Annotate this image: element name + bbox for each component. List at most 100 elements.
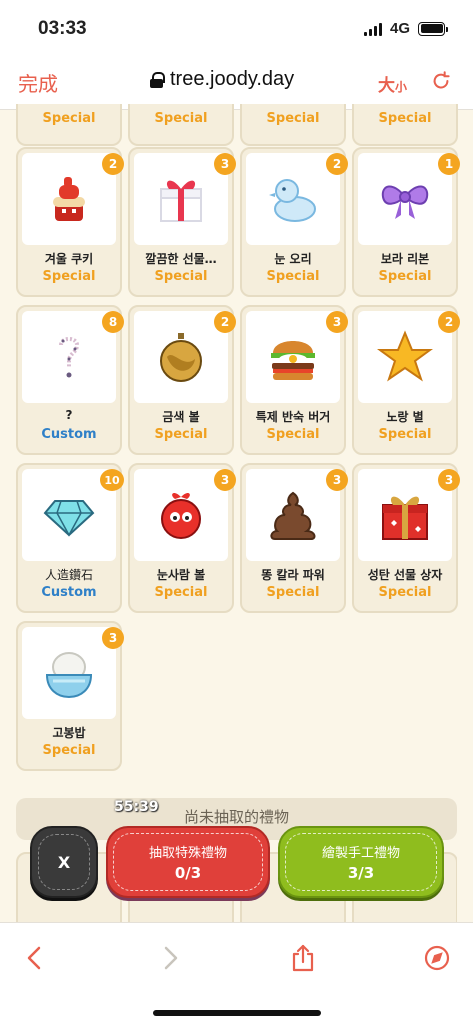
gift-type: Special [266, 427, 320, 442]
gift-card-partial[interactable]: Special [16, 104, 122, 146]
status-indicators: 4G [363, 20, 448, 37]
text-size-button[interactable]: 大小 [378, 71, 407, 96]
gift-name: 특제 반숙 버거 [255, 410, 331, 424]
gift-card[interactable]: 2 겨울 쿠키 Special [16, 147, 124, 297]
home-indicator [153, 1010, 321, 1016]
status-bar: 03:33 4G [0, 0, 473, 56]
gift-card[interactable]: 3 고봉밥 Special [16, 621, 124, 771]
count-badge: 3 [214, 153, 236, 175]
gift-card[interactable]: 2 노랑 별 Special [352, 305, 460, 455]
gift-name: 노랑 별 [386, 410, 424, 424]
count-badge: 2 [102, 153, 124, 175]
gift-type: Special [266, 585, 320, 600]
battery-icon [418, 21, 448, 36]
gift-card[interactable]: 1 보라 리본 Special [352, 147, 460, 297]
gift-card[interactable]: 2 금색 볼 Special [128, 305, 236, 455]
gift-name: 보라 리본 [380, 252, 430, 266]
count-badge: 3 [438, 469, 460, 491]
count-badge: 10 [100, 469, 124, 491]
burger-icon [271, 341, 315, 380]
question-mark-icon [59, 337, 80, 378]
network-type: 4G [389, 20, 410, 37]
gift-type: Custom [41, 427, 97, 442]
gift-name: 똥 칼라 파워 [261, 568, 325, 582]
gift-type: Special [42, 269, 96, 284]
count-badge: 2 [438, 311, 460, 333]
unclaimed-gifts-label: 尚未抽取的禮物 [183, 808, 289, 826]
gift-type: Special [154, 111, 208, 126]
url-field[interactable]: tree.joody.day [150, 68, 294, 91]
gift-name: 고봉밥 [52, 726, 86, 740]
compass-icon[interactable] [422, 943, 452, 973]
make-handmade-gift-count: 3/3 [347, 864, 375, 882]
reload-icon[interactable] [430, 70, 452, 92]
gift-type: Special [154, 427, 208, 442]
gift-name: 눈사람 볼 [156, 568, 206, 582]
gift-name: 겨울 쿠키 [44, 252, 94, 266]
gift-type: Special [154, 269, 208, 284]
draw-special-gift-button[interactable]: 抽取特殊禮物 0/3 [106, 826, 270, 898]
gift-card[interactable]: 2 눈 오리 Special [240, 147, 348, 297]
purple-ribbon-icon [381, 185, 429, 219]
count-badge: 3 [214, 469, 236, 491]
make-handmade-gift-button[interactable]: 繪製手工禮物 3/3 [278, 826, 444, 898]
snow-duck-icon [269, 179, 316, 222]
gift-name: ? [65, 408, 73, 422]
draw-special-gift-label: 抽取特殊禮物 [148, 846, 227, 861]
snowman-ornament-icon [161, 493, 201, 539]
diamond-icon [43, 500, 95, 537]
gift-card-partial[interactable]: Special [352, 104, 458, 146]
gift-type: Special [378, 111, 432, 126]
count-badge: 3 [326, 311, 348, 333]
count-badge: 3 [326, 469, 348, 491]
gift-type: Special [378, 269, 432, 284]
lock-icon [150, 71, 165, 88]
count-badge: 8 [102, 311, 124, 333]
gift-name: 人造鑽石 [44, 568, 93, 582]
url-text: tree.joody.day [170, 68, 295, 90]
gift-card-partial[interactable]: Special [240, 104, 346, 146]
gift-type: Special [154, 585, 208, 600]
count-badge: 3 [102, 627, 124, 649]
count-badge: 2 [326, 153, 348, 175]
gift-card-partial[interactable]: Special [128, 104, 234, 146]
gift-card[interactable]: 3 특제 반숙 버거 Special [240, 305, 348, 455]
close-button[interactable]: X [30, 826, 98, 898]
gift-type: Special [42, 743, 96, 758]
gift-name: 금색 볼 [162, 410, 200, 424]
poop-icon [270, 491, 316, 540]
gift-card[interactable]: 3 깔끔한 선물… Special [128, 147, 236, 297]
done-button[interactable]: 完成 [18, 68, 58, 97]
gift-name: 성탄 선물 상자 [367, 568, 443, 582]
gold-ornament-icon [160, 333, 202, 382]
share-icon[interactable] [288, 943, 318, 973]
browser-address-bar: 完成 tree.joody.day 大小 [0, 56, 473, 110]
gift-type: Special [266, 269, 320, 284]
rice-bowl-icon [45, 652, 93, 699]
draw-special-gift-count: 0/3 [174, 864, 202, 882]
signal-icon [363, 22, 382, 36]
status-time: 03:33 [38, 18, 87, 39]
text-size-small: 小 [395, 80, 408, 94]
text-size-large: 大 [378, 76, 395, 96]
gift-type: Special [42, 111, 96, 126]
gift-card[interactable]: 3 똥 칼라 파워 Special [240, 463, 348, 613]
forward-icon[interactable] [155, 943, 185, 973]
gift-box-icon [160, 180, 202, 222]
gift-type: Custom [41, 585, 97, 600]
gift-name: 깔끔한 선물… [145, 252, 217, 266]
gift-card[interactable]: 3 눈사람 볼 Special [128, 463, 236, 613]
count-badge: 1 [438, 153, 460, 175]
gift-card[interactable]: 10 人造鑽石 Custom [16, 463, 124, 613]
gift-type: Special [266, 111, 320, 126]
gift-type: Special [378, 585, 432, 600]
gift-card[interactable]: 3 성탄 선물 상자 Special [352, 463, 460, 613]
cookie-icon [53, 177, 85, 221]
make-handmade-gift-label: 繪製手工禮物 [321, 846, 400, 861]
gift-name: 눈 오리 [274, 252, 312, 266]
countdown-timer: 55:39 [114, 799, 159, 815]
back-icon[interactable] [20, 943, 50, 973]
yellow-star-icon [377, 330, 433, 382]
christmas-gift-icon [382, 496, 428, 540]
gift-card[interactable]: 8 ? Custom [16, 305, 124, 455]
